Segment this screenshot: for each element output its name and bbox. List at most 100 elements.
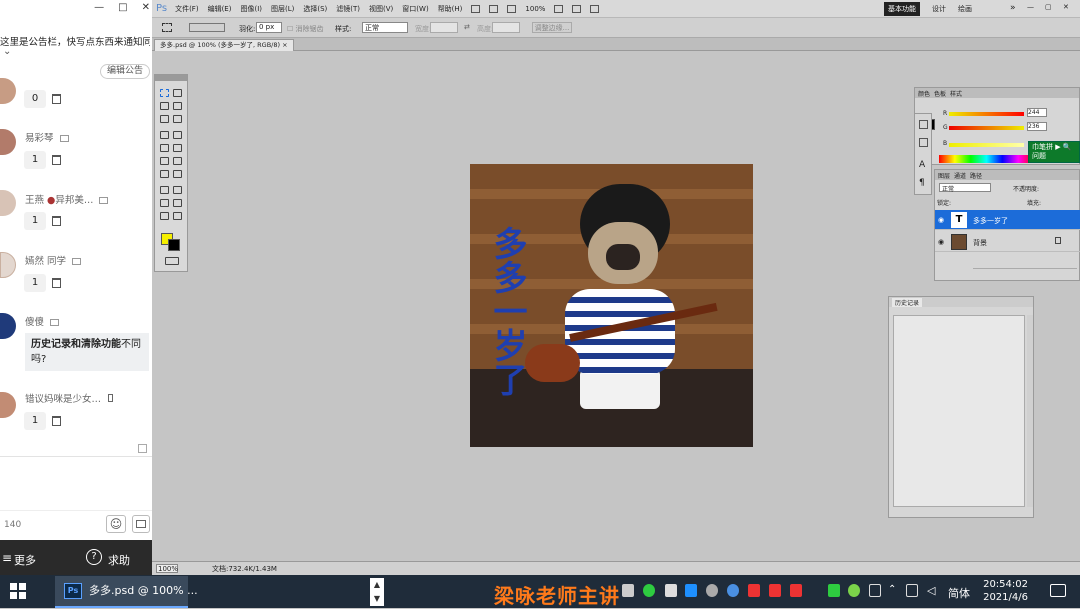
- trash-icon[interactable]: [52, 216, 61, 226]
- bridge-icon[interactable]: [471, 4, 481, 13]
- swap-icon[interactable]: ⇄: [464, 23, 470, 31]
- crop-tool-icon[interactable]: [160, 115, 169, 123]
- chevron-up-icon[interactable]: ⌃: [888, 584, 896, 595]
- pen-tool-icon[interactable]: [160, 186, 169, 194]
- screen-mode-icon[interactable]: [590, 4, 600, 13]
- volume-icon[interactable]: ◁: [927, 584, 935, 597]
- shape-tool-icon[interactable]: [173, 199, 182, 207]
- color-ramp[interactable]: [939, 155, 1034, 163]
- feather-input[interactable]: 0 px: [256, 22, 282, 33]
- menu-filter[interactable]: 滤镜(T): [336, 4, 360, 14]
- workspace-design[interactable]: 设计: [932, 4, 946, 14]
- hand-tool-icon[interactable]: [160, 212, 169, 220]
- more-button[interactable]: 更多: [14, 552, 36, 568]
- selection-mode-icons[interactable]: [189, 23, 225, 32]
- canvas-vertical-text[interactable]: 多多一岁了: [486, 226, 527, 396]
- menu-help[interactable]: 帮助(H): [438, 4, 463, 14]
- r-slider[interactable]: [949, 112, 1024, 116]
- quick-mask-icon[interactable]: [165, 257, 179, 265]
- workspace-button[interactable]: 基本功能: [884, 2, 920, 16]
- antialias-checkbox[interactable]: ☐ 消除锯齿: [287, 24, 324, 34]
- layer-row-background[interactable]: ◉ 背景: [935, 232, 1080, 252]
- notification-icon[interactable]: [1050, 584, 1066, 597]
- close-button[interactable]: ✕: [142, 2, 150, 13]
- tray-icon[interactable]: [727, 584, 739, 597]
- dodge-tool-icon[interactable]: [173, 170, 182, 178]
- taskbar-expand-icon[interactable]: ▲ ▼: [370, 578, 384, 606]
- avatar[interactable]: [0, 78, 16, 104]
- character-icon[interactable]: A: [919, 160, 925, 170]
- document-tab[interactable]: 多多.psd @ 100% (多多一岁了, RGB/8) ×: [154, 39, 294, 51]
- arrange-icon[interactable]: [572, 4, 582, 13]
- background-color-swatch[interactable]: [168, 239, 180, 251]
- tab-swatches[interactable]: 色板: [934, 89, 946, 98]
- history-scrollbar[interactable]: [1027, 315, 1033, 507]
- layer-row-text[interactable]: ◉ T 多多一岁了: [935, 210, 1080, 230]
- lasso-tool-icon[interactable]: [160, 102, 169, 110]
- eye-icon[interactable]: ◉: [938, 216, 944, 224]
- move-tool-icon[interactable]: [173, 89, 182, 97]
- tab-color[interactable]: 颜色: [918, 89, 930, 98]
- type-tool-icon[interactable]: [173, 186, 182, 194]
- zoom-tool-icon[interactable]: [173, 212, 182, 220]
- tray-icon[interactable]: [665, 584, 677, 597]
- g-value[interactable]: 236: [1027, 122, 1047, 131]
- avatar[interactable]: [0, 190, 16, 216]
- b-slider[interactable]: [949, 143, 1024, 147]
- menu-select[interactable]: 选择(S): [303, 4, 327, 14]
- layer-name[interactable]: 多多一岁了: [973, 216, 1008, 226]
- tab-paths[interactable]: 路径: [970, 171, 982, 180]
- menu-edit[interactable]: 编辑(E): [208, 4, 232, 14]
- tray-icon[interactable]: [769, 584, 781, 597]
- trash-icon[interactable]: [52, 278, 61, 288]
- more-workspaces-icon[interactable]: »: [1010, 3, 1016, 13]
- trash-icon[interactable]: [52, 155, 61, 165]
- minibridge-icon[interactable]: [489, 4, 499, 13]
- tab-channels[interactable]: 通道: [954, 171, 966, 180]
- r-value[interactable]: 244: [1027, 108, 1047, 117]
- emoji-icon[interactable]: ☺: [106, 515, 126, 533]
- edit-notice-button[interactable]: 编辑公告: [100, 64, 150, 79]
- tray-icon[interactable]: [706, 584, 718, 597]
- maximize-button[interactable]: □: [118, 2, 127, 13]
- tray-icon[interactable]: [828, 584, 840, 597]
- ime-indicator[interactable]: 简体: [948, 585, 970, 601]
- hand-icon[interactable]: [554, 4, 564, 13]
- view-extras-icon[interactable]: [507, 4, 517, 13]
- network-icon[interactable]: [906, 584, 918, 597]
- wechat-icon[interactable]: [643, 584, 655, 597]
- minimize-button[interactable]: —: [94, 2, 104, 13]
- menu-view[interactable]: 视图(V): [369, 4, 393, 14]
- menu-window[interactable]: 窗口(W): [402, 4, 428, 14]
- scroll-corner[interactable]: [138, 444, 147, 453]
- menu-image[interactable]: 图像(I): [240, 4, 262, 14]
- marquee-preset-icon[interactable]: [162, 23, 172, 32]
- tray-icon[interactable]: [848, 584, 860, 597]
- zoom-level-menu[interactable]: 100%: [525, 5, 545, 13]
- gradient-tool-icon[interactable]: [173, 157, 182, 165]
- input-method-badge[interactable]: 巾笔拼 ▶ 🔍 问题: [1028, 141, 1080, 163]
- layer-name[interactable]: 背景: [973, 238, 987, 248]
- paragraph-icon[interactable]: ¶: [919, 178, 925, 188]
- width-input[interactable]: [430, 22, 458, 33]
- tray-icon[interactable]: [790, 584, 802, 597]
- tab-history[interactable]: 历史记录: [892, 297, 923, 307]
- avatar[interactable]: [0, 313, 16, 339]
- menu-layer[interactable]: 图层(L): [271, 4, 294, 14]
- eyedropper-icon[interactable]: [173, 115, 182, 123]
- history-brush-icon[interactable]: [173, 144, 182, 152]
- help-icon[interactable]: ?: [86, 549, 102, 565]
- healing-brush-icon[interactable]: [160, 131, 169, 139]
- workspace-paint[interactable]: 绘画: [958, 4, 972, 14]
- history-list[interactable]: [893, 315, 1025, 507]
- g-slider[interactable]: [949, 126, 1024, 130]
- blur-tool-icon[interactable]: [160, 170, 169, 178]
- windows-start-icon[interactable]: [10, 583, 26, 599]
- tray-icon[interactable]: [748, 584, 760, 597]
- image-icon[interactable]: [132, 515, 150, 533]
- clone-stamp-icon[interactable]: [160, 144, 169, 152]
- blend-mode-select[interactable]: 正常: [939, 183, 991, 193]
- menu-file[interactable]: 文件(F): [175, 4, 199, 14]
- avatar[interactable]: [0, 252, 16, 278]
- help-button[interactable]: 求助: [108, 552, 130, 568]
